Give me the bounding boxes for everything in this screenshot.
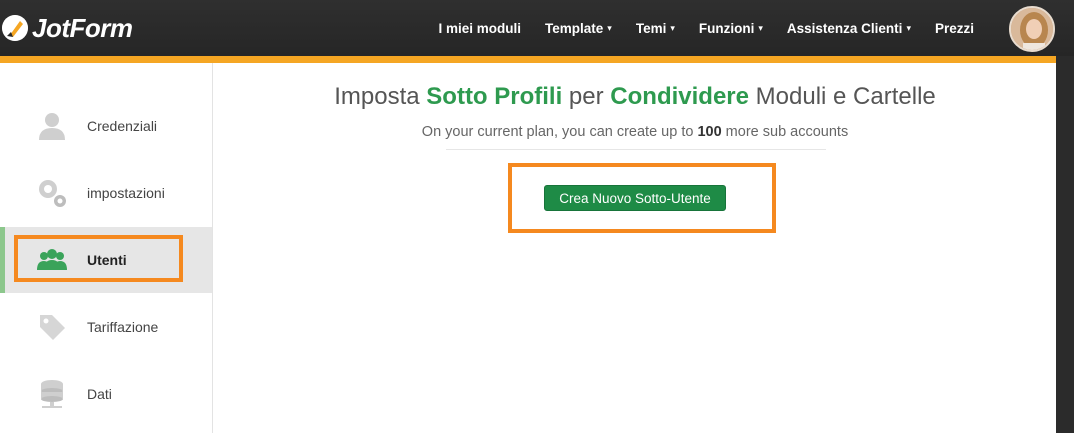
title-part: Imposta bbox=[334, 83, 427, 110]
title-bold: Condividere bbox=[610, 83, 749, 110]
user-icon bbox=[39, 113, 65, 140]
plan-info-after: more sub accounts bbox=[721, 124, 849, 140]
caret-down-icon: ▾ bbox=[906, 22, 911, 33]
settings-sidebar: Credenziali impostazioni Utenti Tariffaz… bbox=[0, 63, 213, 433]
sub-account-count: 100 bbox=[697, 124, 722, 140]
title-part: per bbox=[562, 83, 611, 110]
jotform-logo[interactable]: JotForm bbox=[2, 10, 133, 46]
sidebar-item-label: impostazioni bbox=[87, 185, 165, 201]
sidebar-item-impostazioni[interactable]: impostazioni bbox=[0, 160, 212, 226]
user-avatar[interactable] bbox=[1009, 6, 1055, 52]
sub-users-content: Imposta Sotto Profili per Condividere Mo… bbox=[214, 63, 1056, 433]
create-sub-user-button[interactable]: Crea Nuovo Sotto-Utente bbox=[544, 185, 726, 211]
tag-icon bbox=[40, 315, 65, 340]
divider bbox=[446, 149, 826, 150]
title-bold: Sotto Profili bbox=[426, 83, 563, 110]
database-icon bbox=[41, 380, 63, 408]
title-part: Moduli e Cartelle bbox=[749, 83, 936, 110]
highlight-box-utenti bbox=[14, 235, 183, 282]
nav-pricing[interactable]: Prezzi bbox=[923, 21, 986, 36]
caret-down-icon: ▾ bbox=[758, 22, 763, 33]
plan-info-text: On your current plan, you can create up … bbox=[214, 124, 1056, 140]
sidebar-item-label: Dati bbox=[87, 386, 112, 402]
sidebar-item-tariffazione[interactable]: Tariffazione bbox=[0, 294, 212, 360]
nav-themes[interactable]: Temi ▾ bbox=[624, 21, 687, 36]
accent-strip bbox=[0, 56, 1058, 63]
nav-label: Funzioni bbox=[698, 20, 755, 36]
nav-label: I miei moduli bbox=[438, 20, 522, 36]
nav-label: Temi bbox=[635, 20, 667, 36]
nav-label: Template bbox=[545, 20, 604, 36]
nav-my-forms[interactable]: I miei moduli bbox=[427, 21, 534, 36]
nav-label: Prezzi bbox=[934, 20, 974, 36]
page-title: Imposta Sotto Profili per Condividere Mo… bbox=[214, 83, 1056, 111]
main-nav: I miei moduli Template ▾ Temi ▾ Funzioni… bbox=[427, 0, 986, 56]
sidebar-item-label: Tariffazione bbox=[87, 319, 159, 335]
sidebar-item-label: Credenziali bbox=[87, 118, 158, 134]
plan-info-before: On your current plan, you can create up … bbox=[421, 124, 698, 140]
nav-features[interactable]: Funzioni ▾ bbox=[687, 21, 775, 36]
top-navbar: JotForm I miei moduli Template ▾ Temi ▾ … bbox=[0, 0, 1074, 56]
sidebar-item-credenziali[interactable]: Credenziali bbox=[0, 93, 212, 159]
nav-templates[interactable]: Template ▾ bbox=[533, 21, 624, 36]
page-edge bbox=[1056, 56, 1074, 433]
nav-label: Assistenza Clienti bbox=[786, 20, 903, 36]
logo-text: JotForm bbox=[32, 12, 133, 43]
account-panel: Credenziali impostazioni Utenti Tariffaz… bbox=[0, 63, 1056, 433]
nav-support[interactable]: Assistenza Clienti ▾ bbox=[775, 21, 923, 36]
gears-icon bbox=[39, 180, 66, 207]
caret-down-icon: ▾ bbox=[607, 22, 612, 33]
avatar-image bbox=[1011, 8, 1053, 50]
sidebar-item-dati[interactable]: Dati bbox=[0, 361, 212, 427]
caret-down-icon: ▾ bbox=[670, 22, 675, 33]
jotform-logo-icon bbox=[2, 15, 28, 41]
